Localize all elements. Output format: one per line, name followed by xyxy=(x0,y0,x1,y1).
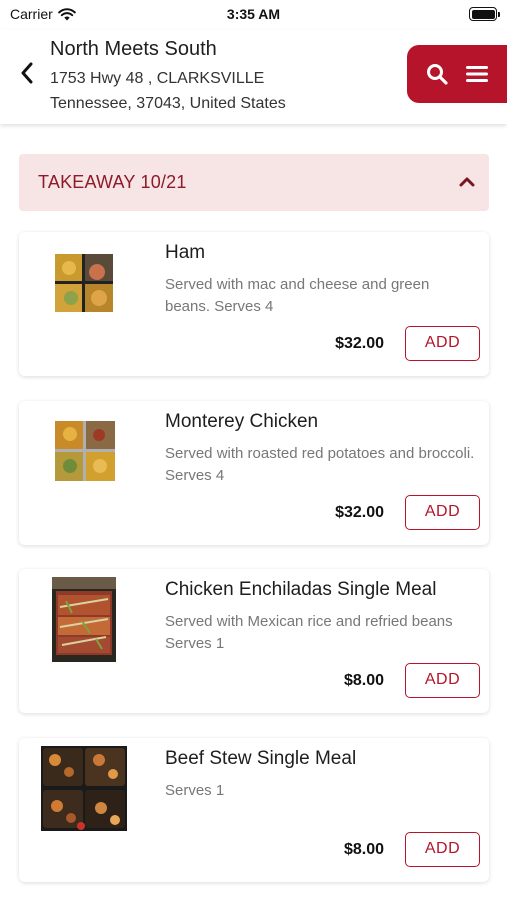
beef-stew-photo xyxy=(41,746,127,831)
store-name: North Meets South xyxy=(50,38,217,60)
item-description: Serves 1 xyxy=(165,782,225,799)
ham-photo xyxy=(55,254,113,312)
chevron-up-icon[interactable] xyxy=(457,172,477,192)
store-address-line2: Tennessee, 37043, United States xyxy=(50,95,286,112)
battery-icon xyxy=(469,7,500,21)
chevron-left-icon xyxy=(21,62,33,84)
store-address-line1: 1753 Hwy 48 , CLARKSVILLE xyxy=(50,70,265,87)
monterey-chicken-photo xyxy=(55,421,115,481)
item-price: $32.00 xyxy=(335,504,384,521)
menu-item-card[interactable]: Beef Stew Single Meal Serves 1 $8.00 ADD xyxy=(19,738,489,882)
add-button[interactable]: ADD xyxy=(405,326,480,361)
add-button[interactable]: ADD xyxy=(405,663,480,698)
item-description: Served with roasted red potatoes and bro… xyxy=(165,445,475,484)
item-price: $8.00 xyxy=(343,841,384,858)
item-name: Ham xyxy=(165,242,206,263)
item-name: Beef Stew Single Meal xyxy=(165,748,357,769)
menu-item-card[interactable]: Chicken Enchiladas Single Meal Served wi… xyxy=(19,569,489,713)
add-button[interactable]: ADD xyxy=(405,495,480,530)
item-name: Monterey Chicken xyxy=(165,411,319,432)
item-description: Served with Mexican rice and refried bea… xyxy=(165,613,453,652)
chicken-enchiladas-photo xyxy=(52,577,116,662)
category-header[interactable]: TAKEAWAY 10/21 xyxy=(19,154,489,211)
add-button[interactable]: ADD xyxy=(405,832,480,867)
store-header: North Meets South 1753 Hwy 48 , CLARKSVI… xyxy=(0,30,507,124)
status-bar: Carrier 3:35 AM xyxy=(0,0,507,30)
clock: 3:35 AM xyxy=(226,6,281,22)
item-price: $32.00 xyxy=(335,335,384,352)
search-icon[interactable] xyxy=(426,63,448,85)
item-price: $8.00 xyxy=(343,672,384,689)
header-actions xyxy=(407,45,507,103)
menu-icon[interactable] xyxy=(466,65,488,83)
category-title: TAKEAWAY 10/21 xyxy=(38,172,187,192)
back-button[interactable] xyxy=(14,58,40,88)
menu-item-card[interactable]: Monterey Chicken Served with roasted red… xyxy=(19,401,489,545)
item-name: Chicken Enchiladas Single Meal xyxy=(165,579,437,600)
item-description: Served with mac and cheese and green bea… xyxy=(165,276,430,315)
menu-item-card[interactable]: Ham Served with mac and cheese and green… xyxy=(19,232,489,376)
